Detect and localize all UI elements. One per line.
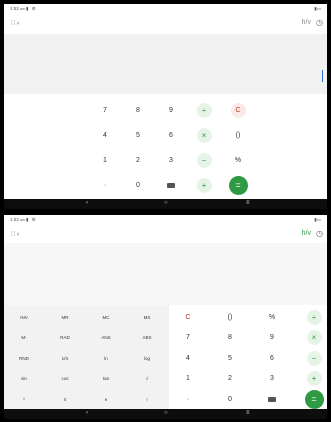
graph-icon[interactable]: h/v (302, 230, 311, 237)
key-rnd-button[interactable]: RND (12, 352, 36, 364)
key-plus-button[interactable]: + (302, 369, 326, 389)
app-bar: ∷˅ h/v ◷ (4, 17, 327, 31)
mode-menu-button[interactable]: ∷˅ (11, 19, 19, 27)
key-4-button[interactable]: 4 (176, 348, 200, 368)
key-sqrt-button[interactable]: √ (135, 373, 159, 385)
status-time: 1:53 am (10, 217, 25, 222)
key-8-button[interactable]: 8 (218, 328, 242, 348)
battery-icon: ▮▭ (314, 217, 321, 222)
screenshot-root: 1:53 am ▮ ⚙ ▮▭ ∷˅ h/v ◷ 7 8 9 ÷ C 4 5 6 ×() 1 2 3−%… (0, 0, 331, 422)
backspace-icon: ⌫ (268, 396, 276, 402)
expression-display[interactable] (4, 243, 327, 305)
key-inv-button[interactable]: INV (12, 311, 36, 323)
battery-icon: ▮▭ (314, 6, 321, 11)
key-m-minus-button[interactable]: M- (12, 332, 36, 344)
key-clear-button[interactable]: C (176, 307, 200, 327)
key-7-button[interactable]: 7 (93, 100, 117, 120)
key-equals-button[interactable]: = (226, 175, 250, 195)
key-0-button[interactable]: 0 (126, 175, 150, 195)
back-icon[interactable]: ‹ (86, 200, 88, 206)
key-9-button[interactable]: 9 (159, 100, 183, 120)
key-decimal-button[interactable]: · (176, 389, 200, 409)
key-ms-button[interactable]: MS (135, 311, 159, 323)
chevron-down-icon: ˅ (16, 232, 20, 238)
basic-keypad: C ()% ÷ 789 × 456− 123 + · 0 ⌫ = (169, 305, 327, 409)
key-3-button[interactable]: 3 (260, 369, 284, 389)
system-nav-bar: ‹ ○ ≡ (4, 409, 327, 419)
status-icons: ▮ ⚙ (26, 6, 37, 11)
key-e-button[interactable]: e (94, 393, 118, 405)
key-9-button[interactable]: 9 (260, 328, 284, 348)
key-pi-button[interactable]: π (53, 393, 77, 405)
key-minus-button[interactable]: − (192, 150, 216, 170)
key-parentheses-button[interactable]: () (218, 307, 242, 327)
status-time: 1:53 am (10, 6, 25, 11)
key-2-button[interactable]: 2 (126, 150, 150, 170)
key-minus-button[interactable]: − (302, 348, 326, 368)
mode-menu-button[interactable]: ∷˅ (11, 230, 19, 238)
key-multiply-button[interactable]: × (302, 328, 326, 348)
recents-icon[interactable]: ≡ (246, 200, 250, 206)
key-divide-button[interactable]: ÷ (302, 307, 326, 327)
key-tan-button[interactable]: tan (94, 373, 118, 385)
key-divide-button[interactable]: ÷ (192, 100, 216, 120)
scientific-keypad: INV MR MC MS M- RAD ANS ABS RND 1/X ln log sin cos tan… (4, 305, 169, 409)
key-clear-button[interactable]: C (226, 100, 250, 120)
key-plus-button[interactable]: + (192, 175, 216, 195)
key-percent-button[interactable]: % (226, 150, 250, 170)
key-6-button[interactable]: 6 (260, 348, 284, 368)
key-ans-button[interactable]: ANS (94, 332, 118, 344)
back-icon[interactable]: ‹ (86, 410, 88, 416)
key-backspace-button[interactable]: ⌫ (159, 175, 183, 195)
key-8-button[interactable]: 8 (126, 100, 150, 120)
basic-keypad: 789 ÷ C 456 × () 123−% · 0 ⌫ + = (4, 94, 327, 198)
key-power-button[interactable]: ^ (12, 393, 36, 405)
recents-icon[interactable]: ≡ (246, 410, 250, 416)
key-sin-button[interactable]: sin (12, 373, 36, 385)
key-multiply-button[interactable]: × (192, 125, 216, 145)
status-bar: 1:53 am ▮ ⚙ ▮▭ (4, 215, 327, 224)
system-nav-bar: ‹ ○ ≡ (4, 199, 327, 209)
calculator-scientific-screen: 1:53 am ▮ ⚙ ▮▭ ∷˅ h/v ◷ INV MR MC MS M- RAD AN… (4, 215, 327, 419)
key-0-button[interactable]: 0 (218, 389, 242, 409)
calculator-basic-screen: 1:53 am ▮ ⚙ ▮▭ ∷˅ h/v ◷ 7 8 9 ÷ C 4 5 6 × () 1 2 3−%… (4, 4, 327, 209)
key-percent-button[interactable]: % (260, 307, 284, 327)
key-abs-button[interactable]: ABS (135, 332, 159, 344)
key-equals-button[interactable]: = (302, 389, 326, 409)
key-3-button[interactable]: 3 (159, 150, 183, 170)
key-decimal-button[interactable]: · (93, 175, 117, 195)
key-backspace-button[interactable]: ⌫ (260, 389, 284, 409)
text-cursor (322, 70, 323, 82)
key-2-button[interactable]: 2 (218, 369, 242, 389)
key-5-button[interactable]: 5 (126, 125, 150, 145)
key-reciprocal-button[interactable]: 1/X (53, 352, 77, 364)
status-bar: 1:53 am ▮ ⚙ ▮▭ (4, 4, 327, 13)
home-icon[interactable]: ○ (164, 200, 168, 206)
key-mc-button[interactable]: MC (94, 311, 118, 323)
expression-display[interactable] (4, 34, 327, 94)
history-icon[interactable]: ◷ (316, 229, 323, 238)
key-7-button[interactable]: 7 (176, 328, 200, 348)
chevron-down-icon: ˅ (16, 21, 20, 27)
home-icon[interactable]: ○ (164, 410, 168, 416)
backspace-icon: ⌫ (167, 182, 175, 188)
key-parentheses-button[interactable]: () (226, 125, 250, 145)
history-icon[interactable]: ◷ (316, 18, 323, 27)
key-5-button[interactable]: 5 (218, 348, 242, 368)
key-6-button[interactable]: 6 (159, 125, 183, 145)
key-factorial-button[interactable]: ! (135, 393, 159, 405)
status-icons: ▮ ⚙ (26, 217, 37, 222)
graph-icon[interactable]: h/v (302, 19, 311, 26)
key-mr-button[interactable]: MR (53, 311, 77, 323)
key-1-button[interactable]: 1 (93, 150, 117, 170)
key-ln-button[interactable]: ln (94, 352, 118, 364)
key-log-button[interactable]: log (135, 352, 159, 364)
key-rad-button[interactable]: RAD (53, 332, 77, 344)
key-1-button[interactable]: 1 (176, 369, 200, 389)
mode-icon: ∷ (11, 20, 16, 27)
key-cos-button[interactable]: cos (53, 373, 77, 385)
app-bar: ∷˅ h/v ◷ (4, 228, 327, 242)
mode-icon: ∷ (11, 231, 16, 238)
key-4-button[interactable]: 4 (93, 125, 117, 145)
